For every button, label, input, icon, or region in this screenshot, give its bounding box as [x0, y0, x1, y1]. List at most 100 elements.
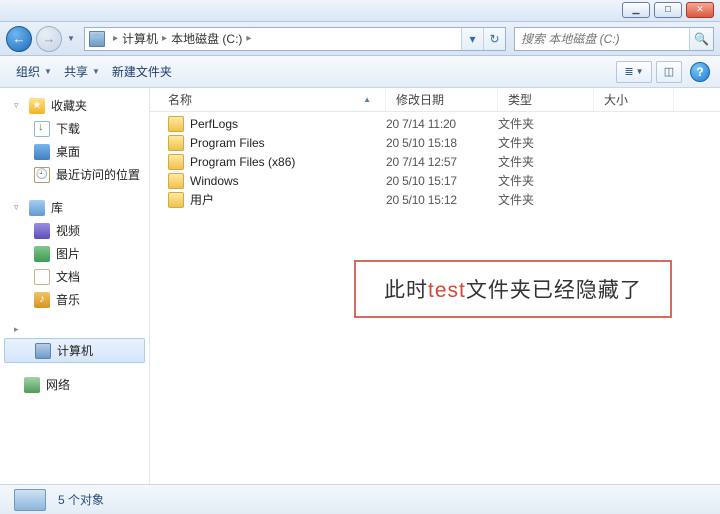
column-header-size[interactable]: 大小: [594, 88, 674, 111]
explorer-body: ▿ 收藏夹 下载 桌面 最近访问的位置 ▿ 库: [0, 88, 720, 484]
column-header-name[interactable]: 名称 ▲: [150, 88, 386, 111]
organize-label: 组织: [16, 63, 40, 80]
breadcrumb-sep-icon: ▸: [113, 33, 118, 44]
breadcrumb-drive[interactable]: 本地磁盘 (C:): [171, 30, 242, 47]
sidebar-item-videos[interactable]: 视频: [0, 219, 149, 242]
file-date: 20 7/14 12:57: [386, 155, 498, 169]
sidebar-computer-head[interactable]: ▸: [0, 321, 149, 338]
annotation-pre: 此时: [384, 279, 428, 302]
sidebar-item-label: 收藏夹: [51, 97, 87, 114]
address-dropdown-icon[interactable]: ▾: [461, 28, 483, 50]
share-menu[interactable]: 共享 ▼: [58, 59, 106, 84]
sidebar-libraries[interactable]: ▿ 库: [0, 196, 149, 219]
back-button[interactable]: ←: [6, 26, 32, 52]
sidebar-item-recent[interactable]: 最近访问的位置: [0, 163, 149, 186]
help-button[interactable]: ?: [690, 62, 710, 82]
collapse-icon: ▿: [14, 202, 23, 213]
sidebar-favorites[interactable]: ▿ 收藏夹: [0, 94, 149, 117]
folder-icon: [168, 154, 184, 170]
folder-icon: [168, 116, 184, 132]
status-drive-icon: [14, 489, 46, 511]
search-icon[interactable]: 🔍: [689, 28, 713, 50]
search-box[interactable]: 🔍: [514, 27, 714, 51]
file-row[interactable]: Windows20 5/10 15:17文件夹: [150, 171, 720, 190]
download-icon: [34, 121, 50, 137]
chevron-down-icon: ▼: [92, 67, 100, 76]
view-options-button[interactable]: ≣ ▼: [616, 61, 652, 83]
documents-icon: [34, 269, 50, 285]
column-label: 名称: [168, 91, 192, 108]
recent-icon: [34, 167, 50, 183]
navigation-bar: ← → ▼ ▸ 计算机 ▸ 本地磁盘 (C:) ▸ ▾ ↻ 🔍: [0, 22, 720, 56]
folder-icon: [168, 135, 184, 151]
column-label: 类型: [508, 91, 532, 108]
address-bar[interactable]: ▸ 计算机 ▸ 本地磁盘 (C:) ▸ ▾ ↻: [84, 27, 506, 51]
sidebar-item-label: 库: [51, 199, 63, 216]
sidebar-item-downloads[interactable]: 下载: [0, 117, 149, 140]
file-name: Program Files (x86): [190, 155, 295, 169]
annotation-highlight: test: [428, 279, 466, 302]
navigation-pane: ▿ 收藏夹 下载 桌面 最近访问的位置 ▿ 库: [0, 88, 150, 484]
computer-icon: [35, 343, 51, 359]
sidebar-item-label: 计算机: [57, 342, 93, 359]
collapse-icon: ▿: [14, 100, 23, 111]
file-row[interactable]: Program Files (x86) 20 7/14 12:57文件夹: [150, 152, 720, 171]
music-icon: [34, 292, 50, 308]
file-list: PerfLogs20 7/14 11:20文件夹 Program Files 20 …: [150, 112, 720, 209]
desktop-icon: [34, 144, 50, 160]
sidebar-item-label: 文档: [56, 268, 80, 285]
share-label: 共享: [64, 63, 88, 80]
command-bar: 组织 ▼ 共享 ▼ 新建文件夹 ≣ ▼ ◫ ?: [0, 56, 720, 88]
file-row[interactable]: 用户20 5/10 15:12文件夹: [150, 190, 720, 209]
file-type: 文件夹: [498, 115, 594, 132]
libraries-icon: [29, 200, 45, 216]
sidebar-item-label: 下载: [56, 120, 80, 137]
new-folder-button[interactable]: 新建文件夹: [106, 59, 178, 84]
sidebar-item-label: 网络: [46, 376, 70, 393]
organize-menu[interactable]: 组织 ▼: [10, 59, 58, 84]
sidebar-item-label: 最近访问的位置: [56, 166, 140, 183]
sidebar-item-pictures[interactable]: 图片: [0, 242, 149, 265]
file-type: 文件夹: [498, 191, 594, 208]
history-dropdown-icon[interactable]: ▼: [66, 27, 76, 51]
status-bar: 5 个对象: [0, 484, 720, 514]
window-controls: [622, 2, 714, 18]
column-label: 修改日期: [396, 91, 444, 108]
sidebar-item-label: 图片: [56, 245, 80, 262]
chevron-down-icon: ▼: [44, 67, 52, 76]
breadcrumb-computer[interactable]: 计算机: [122, 30, 158, 47]
file-type: 文件夹: [498, 134, 594, 151]
sidebar-item-computer[interactable]: 计算机: [4, 338, 145, 363]
annotation-post: 文件夹已经隐藏了: [466, 279, 642, 302]
maximize-button[interactable]: [654, 2, 682, 18]
sidebar-item-desktop[interactable]: 桌面: [0, 140, 149, 163]
column-label: 大小: [604, 91, 628, 108]
sidebar-item-documents[interactable]: 文档: [0, 265, 149, 288]
annotation-box: 此时test文件夹已经隐藏了: [354, 260, 672, 318]
search-input[interactable]: [515, 32, 689, 46]
file-date: 20 7/14 11:20: [386, 117, 498, 131]
refresh-button[interactable]: ↻: [483, 28, 505, 50]
folder-icon: [168, 192, 184, 208]
close-button[interactable]: [686, 2, 714, 18]
pictures-icon: [34, 246, 50, 262]
sidebar-item-music[interactable]: 音乐: [0, 288, 149, 311]
preview-pane-button[interactable]: ◫: [656, 61, 682, 83]
file-type: 文件夹: [498, 153, 594, 170]
sidebar-item-network[interactable]: 网络: [0, 373, 149, 396]
file-name: Program Files: [190, 136, 265, 150]
sidebar-item-label: 桌面: [56, 143, 80, 160]
minimize-button[interactable]: [622, 2, 650, 18]
sort-asc-icon: ▲: [363, 95, 371, 104]
file-list-pane: 名称 ▲ 修改日期 类型 大小 PerfLogs20 7/14 11:20文件夹…: [150, 88, 720, 484]
file-row[interactable]: PerfLogs20 7/14 11:20文件夹: [150, 114, 720, 133]
file-date: 20 5/10 15:18: [386, 136, 498, 150]
forward-button[interactable]: →: [36, 26, 62, 52]
file-row[interactable]: Program Files 20 5/10 15:18文件夹: [150, 133, 720, 152]
annotation-text: 此时test文件夹已经隐藏了: [384, 274, 642, 304]
file-name: Windows: [190, 174, 239, 188]
column-header-type[interactable]: 类型: [498, 88, 594, 111]
breadcrumb-sep-icon: ▸: [162, 33, 167, 44]
sidebar-item-label: 音乐: [56, 291, 80, 308]
column-header-date[interactable]: 修改日期: [386, 88, 498, 111]
